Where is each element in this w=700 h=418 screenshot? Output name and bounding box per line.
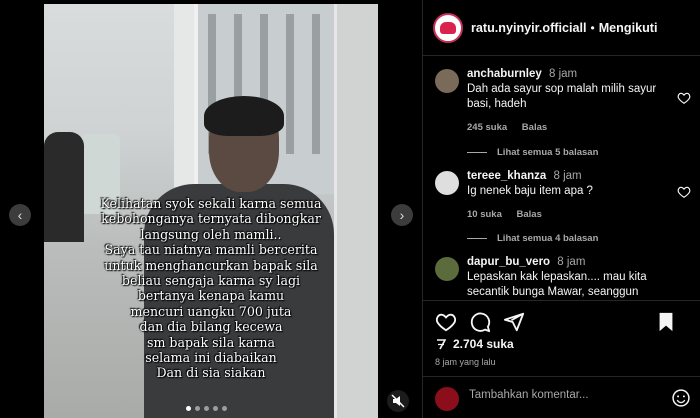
- prev-slide-button[interactable]: ‹: [9, 204, 31, 226]
- comment-time: 8 jam: [557, 256, 586, 268]
- comment-text: Ig nenek baju item apa ?: [467, 185, 593, 197]
- share-icon[interactable]: [503, 311, 525, 333]
- reply-button[interactable]: Balas: [517, 209, 542, 220]
- comment-body: tereee_khanza 8 jam Ig nenek baju item a…: [467, 169, 675, 222]
- comments-list: anchaburnley 8 jam Dah ada sayur sop mal…: [423, 57, 700, 300]
- comment-text: Dah ada sayur sop malah milih sayur basi…: [467, 83, 657, 110]
- chevron-left-icon: ‹: [17, 207, 23, 223]
- current-user-avatar: [435, 387, 459, 411]
- comment-input[interactable]: [469, 389, 649, 401]
- comment-body: anchaburnley 8 jam Dah ada sayur sop mal…: [467, 67, 675, 135]
- header-username[interactable]: ratu.nyinyir.officiall: [471, 21, 586, 35]
- comment-body: dapur_bu_vero 8 jam Lepaskan kak lepaska…: [467, 255, 675, 300]
- comment-item: dapur_bu_vero 8 jam Lepaskan kak lepaska…: [435, 249, 697, 300]
- bookmark-icon[interactable]: [655, 311, 677, 333]
- likes-label: 2.704 suka: [453, 337, 514, 351]
- comment-avatar[interactable]: [435, 257, 459, 281]
- next-slide-button[interactable]: ›: [391, 204, 413, 226]
- comment-likes[interactable]: 245 suka: [467, 122, 507, 133]
- carousel-dot[interactable]: [195, 406, 200, 411]
- add-comment-bar: [423, 376, 700, 418]
- post-actions: 2.704 suka 8 jam yang lalu: [423, 300, 700, 418]
- comment-username[interactable]: dapur_bu_vero: [467, 256, 550, 268]
- post-sidebar: ratu.nyinyir.officiall • Mengikuti ancha…: [422, 0, 700, 418]
- heart-icon[interactable]: [677, 91, 691, 105]
- carousel-dots: [186, 406, 227, 411]
- post-video[interactable]: Kelihatan syok sekali karna semua keboho…: [44, 4, 378, 418]
- crossed-seven-icon: [437, 339, 447, 350]
- post-header: ratu.nyinyir.officiall • Mengikuti: [423, 0, 700, 56]
- following-button[interactable]: Mengikuti: [599, 21, 658, 35]
- view-replies-button[interactable]: Lihat semua 4 balasan: [467, 233, 598, 244]
- carousel-dot[interactable]: [186, 406, 191, 411]
- comment-avatar[interactable]: [435, 171, 459, 195]
- video-caption-overlay: Kelihatan syok sekali karna semua keboho…: [100, 196, 322, 381]
- comment-meta: 245 suka Balas: [467, 120, 675, 135]
- comment-username[interactable]: tereee_khanza: [467, 170, 546, 182]
- comment-time: 8 jam: [553, 170, 582, 182]
- action-icons: [435, 311, 691, 335]
- chevron-right-icon: ›: [399, 207, 405, 223]
- comment-text: Lepaskan kak lepaskan.... mau kita secan…: [467, 271, 647, 298]
- carousel-dot[interactable]: [204, 406, 209, 411]
- emoji-icon[interactable]: [671, 388, 691, 408]
- likes-count[interactable]: 2.704 suka: [435, 337, 514, 351]
- video-person-hair: [204, 96, 284, 136]
- view-replies-button[interactable]: Lihat semua 5 balasan: [467, 147, 598, 158]
- view-replies-label: Lihat semua 5 balasan: [497, 147, 599, 158]
- comment-icon[interactable]: [469, 311, 491, 333]
- account-logo-icon: [440, 21, 456, 34]
- speaker-muted-icon: [391, 394, 405, 408]
- post-timestamp[interactable]: 8 jam yang lalu: [435, 357, 496, 367]
- comment-username[interactable]: anchaburnley: [467, 68, 542, 80]
- comment-time: 8 jam: [548, 68, 578, 80]
- avatar[interactable]: [433, 12, 463, 43]
- carousel-dot[interactable]: [222, 406, 227, 411]
- heart-icon[interactable]: [677, 185, 691, 199]
- comment-meta: 10 suka Balas: [467, 207, 675, 222]
- view-replies-label: Lihat semua 4 balasan: [497, 233, 599, 244]
- comment-item: tereee_khanza 8 jam Ig nenek baju item a…: [435, 163, 697, 247]
- reply-button[interactable]: Balas: [522, 122, 547, 133]
- mute-button[interactable]: [387, 390, 409, 412]
- comment-item: anchaburnley 8 jam Dah ada sayur sop mal…: [435, 61, 697, 161]
- comment-avatar[interactable]: [435, 69, 459, 93]
- comment-likes[interactable]: 10 suka: [467, 209, 502, 220]
- carousel-dot[interactable]: [213, 406, 218, 411]
- heart-icon[interactable]: [435, 311, 457, 333]
- media-viewer: Kelihatan syok sekali karna semua keboho…: [0, 0, 422, 418]
- separator-dot: •: [590, 20, 595, 35]
